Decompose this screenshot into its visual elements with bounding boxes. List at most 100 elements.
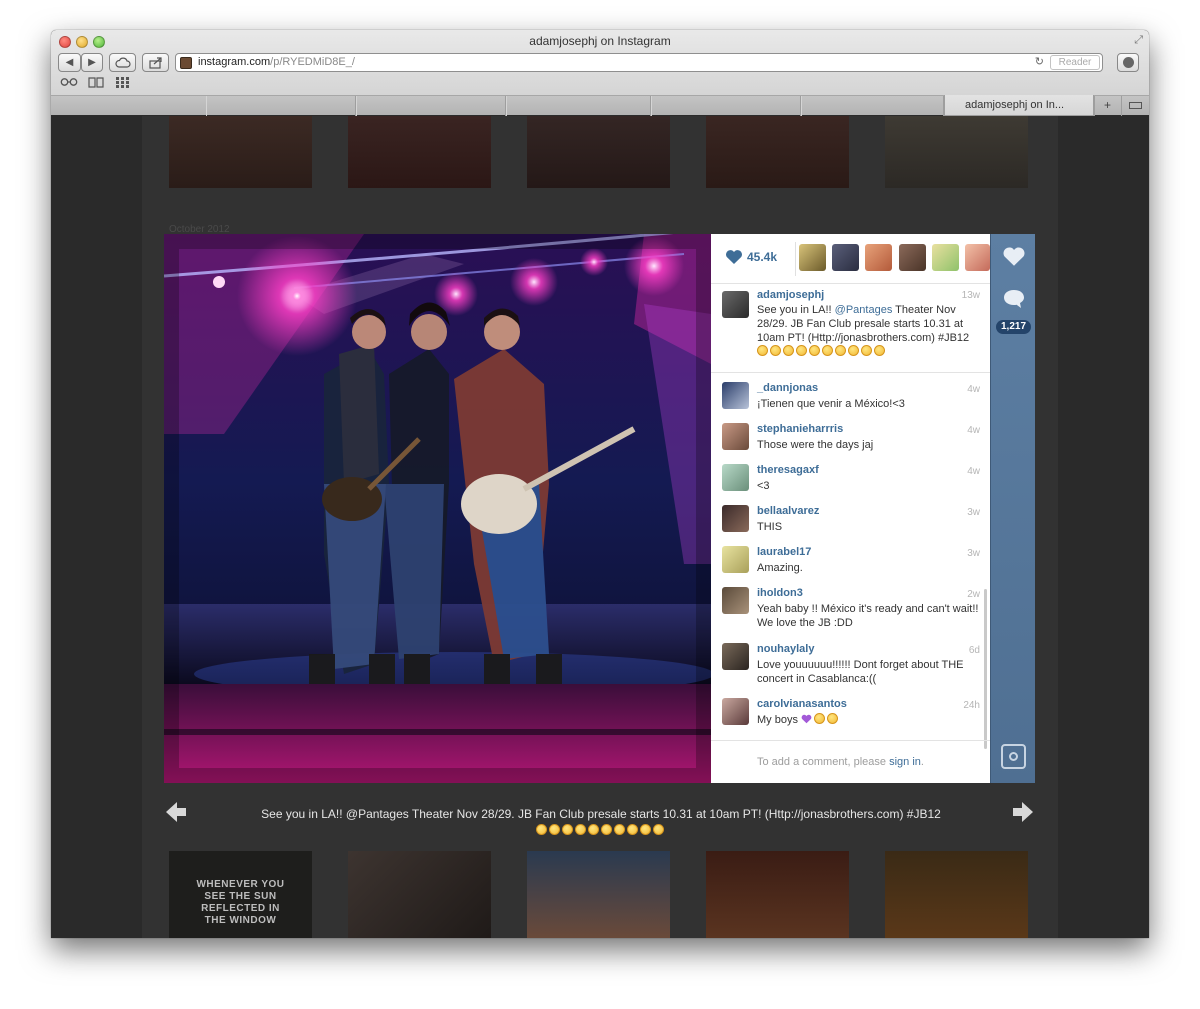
emoji-icon [796,345,807,356]
liker-avatar[interactable] [799,244,826,271]
photo-thumbnail[interactable] [527,116,670,188]
liker-avatar[interactable] [832,244,859,271]
tab-background[interactable] [206,96,356,116]
emoji-icon [822,345,833,356]
post-photo[interactable] [164,234,711,783]
photo-thumbnail[interactable] [885,851,1028,938]
caption-username[interactable]: adamjosephj [757,289,824,301]
emoji-icon [640,824,651,835]
forward-button[interactable]: ▶ [81,53,103,72]
reading-list-icon[interactable] [60,77,78,90]
comment-text-value: My boys [757,714,802,726]
liker-avatar[interactable] [965,244,990,271]
heart-icon[interactable] [1002,246,1026,267]
top-sites-icon[interactable] [116,77,129,91]
tab-active[interactable]: adamjosephj on In... [944,95,1094,116]
icloud-tabs-button[interactable] [109,53,136,72]
comment-text: My boys [757,713,979,727]
share-button[interactable] [142,53,169,72]
avatar[interactable] [722,643,749,670]
caption-text: See you in LA!! @Pantages Theater Nov 28… [757,303,979,359]
avatar[interactable] [722,546,749,573]
tab-background[interactable] [506,96,651,116]
likes-count[interactable]: 45.4k [747,250,777,264]
fullscreen-icon[interactable]: ⤢ [1134,34,1143,47]
tab-background[interactable] [801,96,944,116]
emoji-icon [861,345,872,356]
comment-username[interactable]: _dannjonas [757,382,818,394]
comment-footer: To add a comment, please sign in. [711,740,990,783]
photo-thumbnail[interactable] [348,851,491,938]
emoji-icon [562,824,573,835]
url-domain: instagram.com [198,56,271,68]
heart-icon[interactable] [725,249,743,265]
emoji-icon [809,345,820,356]
comment-username[interactable]: laurabel17 [757,546,811,558]
emoji-icon [848,345,859,356]
signin-link[interactable]: sign in [889,756,921,768]
downloads-button[interactable] [1117,53,1139,72]
emoji-icon [549,824,560,835]
photo-thumbnail[interactable] [885,116,1028,188]
thumbnail-caption-text: WHENEVER YOU SEE THE SUN REFLECTED IN TH… [196,879,285,926]
lightbox-caption-text: See you in LA!! @Pantages Theater Nov 28… [261,807,941,821]
likes-bar: 45.4k [711,234,990,284]
comment-text: Yeah baby !! México it's ready and can't… [757,603,979,629]
emoji-icon [827,713,839,724]
signin-prompt: To add a comment, please sign in. [757,756,924,768]
address-bar[interactable]: instagram.com/p/RYEDMiD8E_/ ↻ Reader [175,53,1103,72]
url-text: instagram.com/p/RYEDMiD8E_/ [198,54,355,71]
comment-time: 6d [968,645,980,656]
plus-icon[interactable]: + [1094,96,1120,116]
avatar[interactable] [722,291,749,318]
emoji-icon [814,713,826,724]
reload-icon[interactable]: ↻ [1035,54,1044,71]
caption-mention[interactable]: @Pantages [835,304,893,316]
avatar[interactable] [722,505,749,532]
photo-thumbnail[interactable] [706,116,849,188]
arrow-right-icon[interactable] [1012,801,1034,823]
comment-username[interactable]: bellaalvarez [757,505,819,517]
tab-list-icon[interactable] [1121,96,1149,116]
avatar[interactable] [722,587,749,614]
chevron-right-icon: ▶ [88,57,96,68]
emoji-icon [627,824,638,835]
photo-thumbnail[interactable] [169,116,312,188]
liker-avatar[interactable] [899,244,926,271]
comment-username[interactable]: iholdon3 [757,587,803,599]
photo-thumbnail[interactable]: WHENEVER YOU SEE THE SUN REFLECTED IN TH… [169,851,312,938]
caption-time: 13w [961,290,980,301]
comment-username[interactable]: theresagaxf [757,464,819,476]
emoji-icon [770,345,781,356]
comment-username[interactable]: nouhaylaly [757,643,814,655]
bookmarks-icon[interactable] [88,77,104,91]
avatar[interactable] [722,382,749,409]
comment-text: ¡Tienen que venir a México!<3 [757,398,905,410]
reader-button[interactable]: Reader [1050,55,1100,70]
emoji-icon [575,824,586,835]
arrow-left-icon[interactable] [165,801,187,823]
purple-heart-icon [801,714,812,724]
browser-window: adamjosephj on Instagram ⤢ ◀ ▶ instagram… [51,30,1149,938]
photo-thumbnail[interactable] [527,851,670,938]
tab-background[interactable] [651,96,801,116]
tab-background[interactable] [356,96,506,116]
comment-username[interactable]: carolvianasantos [757,698,847,710]
speech-bubble-icon[interactable] [1002,288,1026,310]
emoji-icon [874,345,885,356]
liker-avatar[interactable] [865,244,892,271]
caption-text-start: See you in LA!! [757,304,835,316]
liker-avatar[interactable] [932,244,959,271]
avatar[interactable] [722,698,749,725]
photo-thumbnail[interactable] [706,851,849,938]
web-page: October 2012 45.4k adamjosephj 13w See y… [51,116,1149,938]
comment-username[interactable]: stephanieharrris [757,423,843,435]
comment-count-badge[interactable]: 1,217 [996,320,1031,334]
back-button[interactable]: ◀ [58,53,81,72]
comment-text: <3 [757,480,770,492]
avatar[interactable] [722,423,749,450]
photo-thumbnail[interactable] [348,116,491,188]
avatar[interactable] [722,464,749,491]
comments-scrollbar[interactable] [984,589,987,749]
instagram-camera-icon[interactable] [1001,744,1026,769]
